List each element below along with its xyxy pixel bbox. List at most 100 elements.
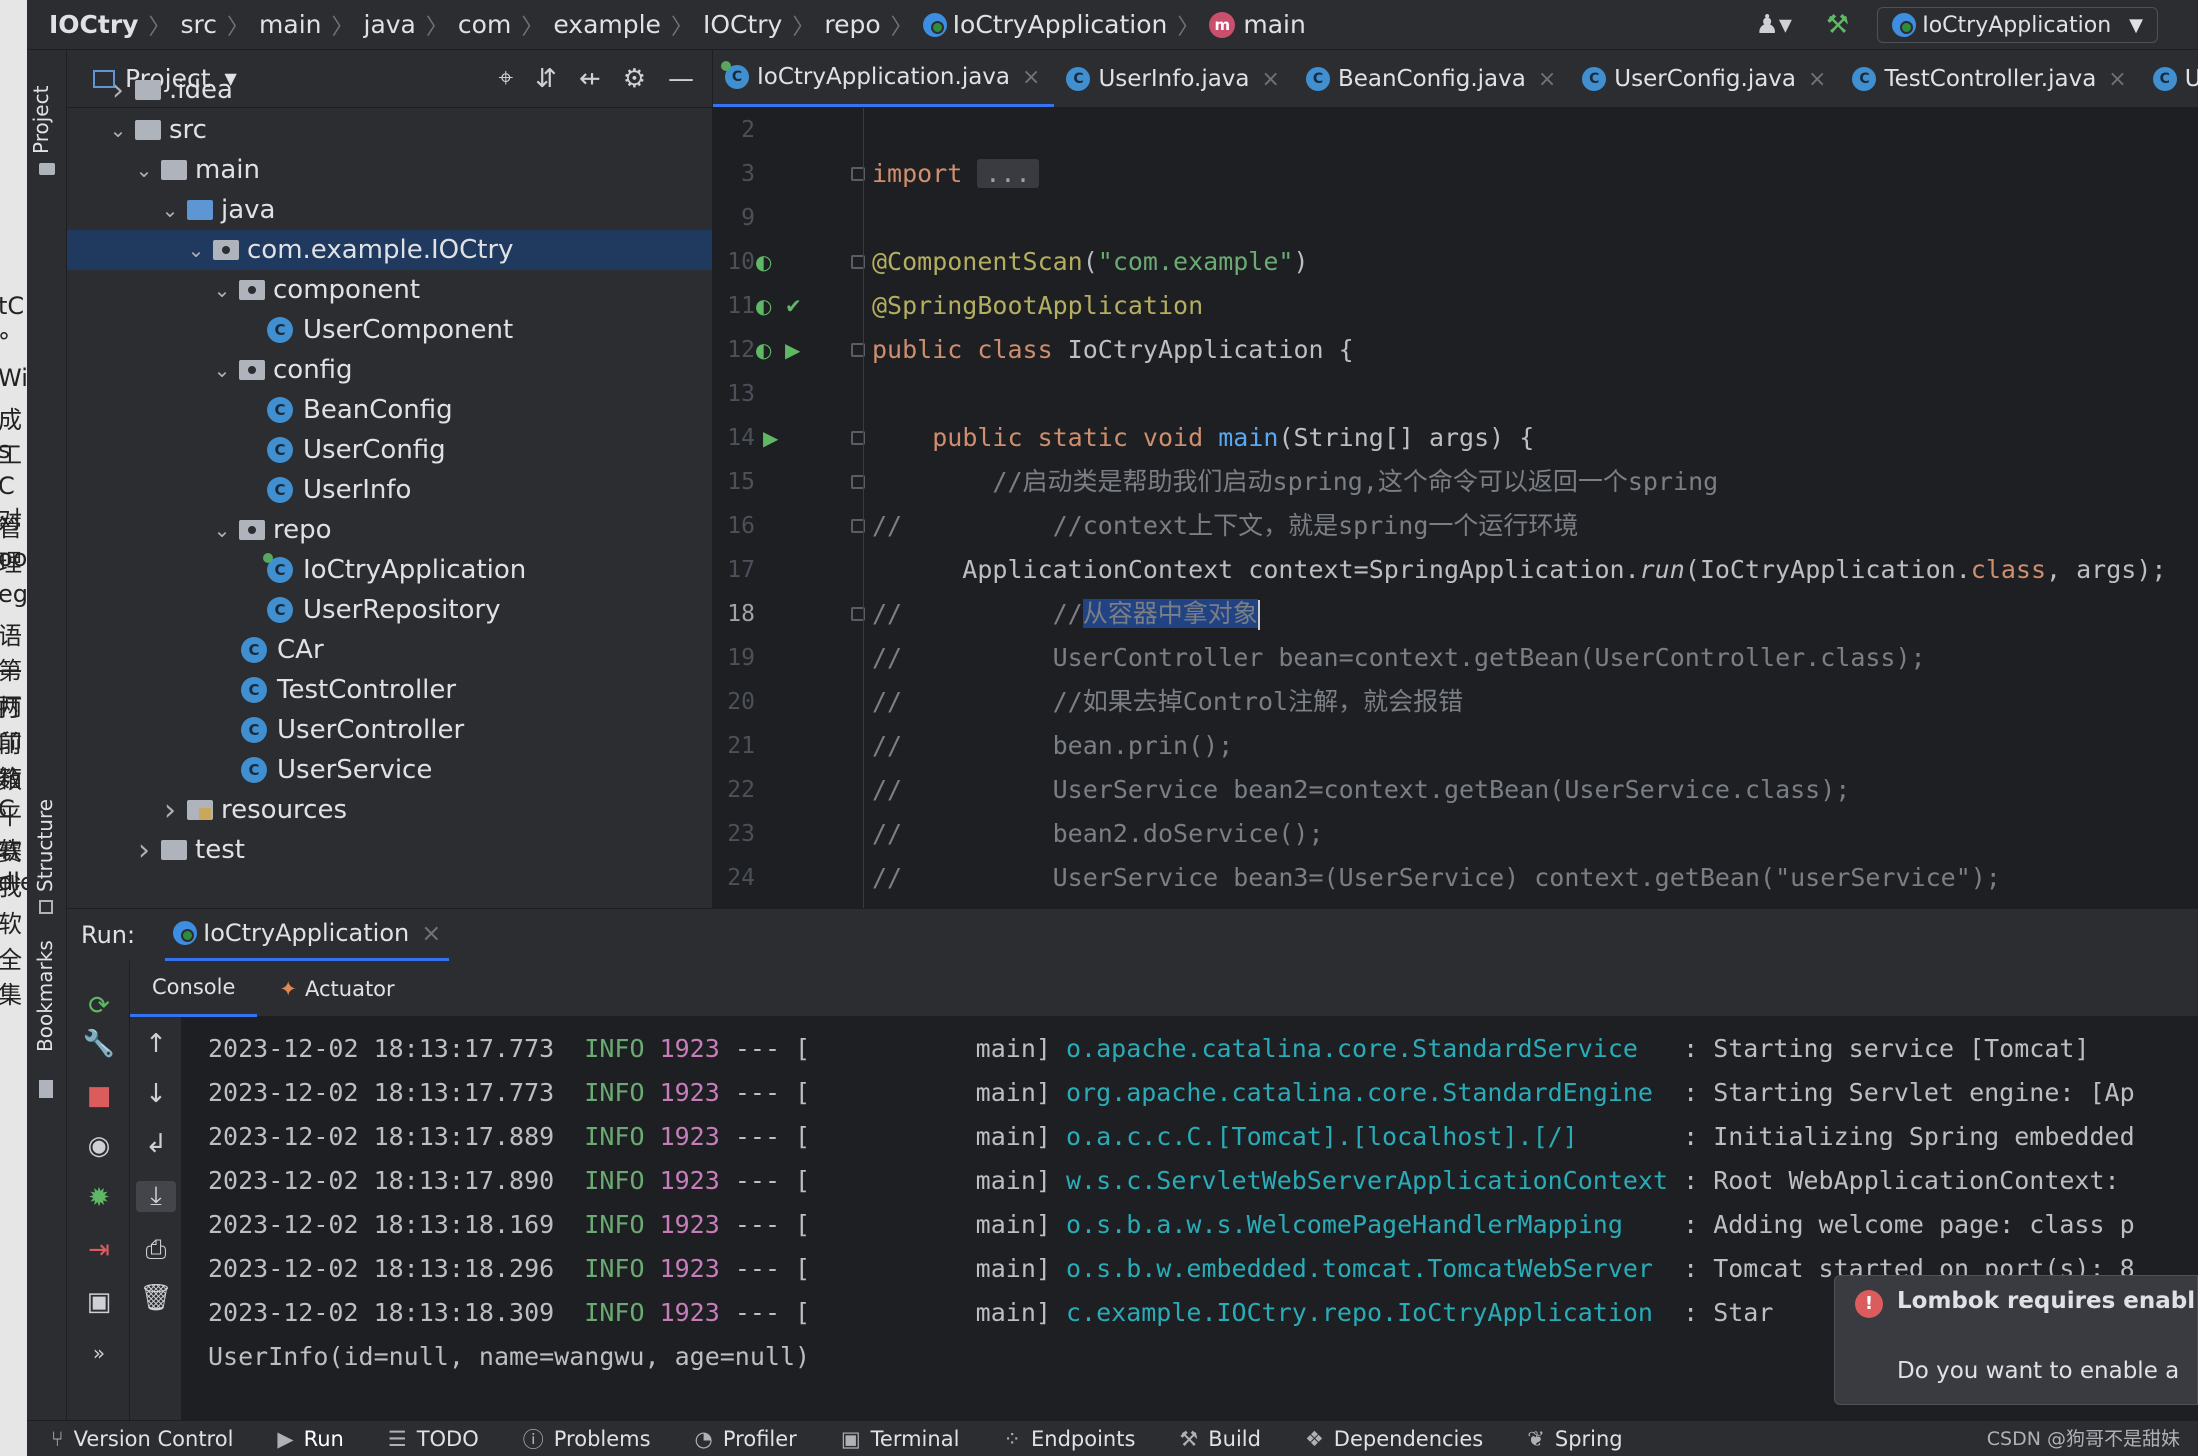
spring-bean-icon[interactable]: ◐ [755,328,772,372]
tool-todo[interactable]: ☰ TODO [388,1427,479,1451]
camera-icon[interactable]: ◉ [79,1131,119,1161]
tool-spring[interactable]: ❦ Spring [1527,1427,1622,1451]
arrow-down-icon[interactable]: ↓ [136,1079,176,1109]
tree-item-label: TestController [277,675,457,705]
breadcrumb-item[interactable]: main [1243,10,1305,39]
code-line: public class IoCtryApplication { [872,335,1354,364]
project-tool-button[interactable]: Project [29,86,53,154]
tab-ioctryapplication-java[interactable]: C IoCtryApplication.java × [713,50,1055,107]
layout-icon[interactable]: ▣ [79,1287,119,1317]
rerun-icon[interactable]: ⟳ [79,991,119,1021]
breadcrumb-item[interactable]: src [181,10,218,39]
list-icon: ☰ [387,1426,407,1451]
close-icon[interactable]: × [1262,67,1280,92]
tree-item-userconfig[interactable]: C UserConfig [67,430,712,470]
tab-testcontroller-java[interactable]: C TestController.java × [1840,50,2140,107]
run-gutter-icon[interactable]: ▶ [763,416,778,460]
scroll-to-end-icon[interactable]: ⤓ [136,1181,176,1212]
run-tab-label: IoCtryApplication [203,919,410,947]
tool-build[interactable]: ⚒ Build [1179,1427,1261,1451]
breadcrumb-item[interactable]: com [458,10,511,39]
tree-item-beanconfig[interactable]: C BeanConfig [67,390,712,430]
tab-userr[interactable]: C UserR [2141,50,2198,107]
tree-item--idea[interactable]: › .idea [67,70,712,110]
tree-item-ioctryapplication[interactable]: C IoCtryApplication [67,550,712,590]
chevron-down-icon[interactable]: ⌄ [157,198,183,222]
chevron-right-icon[interactable]: › [157,793,183,828]
exit-icon[interactable]: ⇥ [79,1235,119,1265]
lombok-notification[interactable]: ! Lombok requires enabl Do you want to e… [1834,1275,2198,1405]
tab-console[interactable]: Console [130,961,258,1017]
user-icon[interactable]: ♟▾ [1756,10,1792,40]
tool-endpoints[interactable]: ⁘ Endpoints [1003,1427,1135,1451]
close-icon[interactable]: × [1538,67,1556,92]
breadcrumb-item[interactable]: IOCtry [703,10,782,39]
tree-item-java[interactable]: ⌄ java [67,190,712,230]
print-icon[interactable]: ⎙ [136,1235,176,1266]
chevron-right-icon[interactable]: › [131,833,157,868]
code-editor[interactable]: 2 3 9 10 11 12 13 14 15 16 17 18 19 20 21 22 23 24 ◐ ◐ ✔ ◐ ▶ ▶ … [713,108,2198,908]
run-toolbar: ⟳ 🔧 ■ ◉ ✹ ⇥ ▣ » [67,961,130,1420]
chevron-right-icon[interactable]: › [105,73,131,108]
tool-version-control[interactable]: ⑂ Version Control [51,1427,233,1451]
breadcrumb-item[interactable]: IoCtryApplication [953,10,1168,39]
tab-beanconfig-java[interactable]: C BeanConfig.java × [1294,50,1570,107]
chevron-down-icon[interactable]: ⌄ [209,358,235,382]
soft-wrap-icon[interactable]: ↲ [136,1129,176,1159]
class-icon: C [267,317,293,343]
chevron-down-icon[interactable]: ⌄ [183,238,209,262]
tree-item-usercomponent[interactable]: C UserComponent [67,310,712,350]
tab-actuator[interactable]: ✦ Actuator [257,961,416,1017]
tree-item-main[interactable]: ⌄ main [67,150,712,190]
tool-dependencies[interactable]: ❖ Dependencies [1305,1427,1483,1451]
debug-icon[interactable]: ✹ [79,1183,119,1213]
breadcrumb-item[interactable]: example [553,10,661,39]
spring-bean-icon[interactable]: ◐ [755,240,772,284]
tree-item-usercontroller[interactable]: C UserController [67,710,712,750]
tree-item-src[interactable]: ⌄ src [67,110,712,150]
bookmarks-tool-button[interactable]: Bookmarks [33,940,57,1052]
chevron-down-icon[interactable]: ⌄ [209,278,235,302]
breadcrumb-item[interactable]: IOCtry [49,10,138,39]
chevron-down-icon[interactable]: ⌄ [131,158,157,182]
tree-item-userinfo[interactable]: C UserInfo [67,470,712,510]
tool-run[interactable]: ▶ Run [277,1427,343,1451]
tool-profiler[interactable]: ◔ Profiler [695,1427,797,1451]
bean-icon[interactable]: ✔ [785,284,802,328]
tree-item-resources[interactable]: › resources [67,790,712,830]
tree-item-com-example-ioctry[interactable]: ⌄ com.example.IOCtry [67,230,712,270]
stop-icon[interactable]: ■ [79,1081,119,1111]
close-icon[interactable]: × [1022,65,1040,90]
breadcrumb-item[interactable]: main [259,10,321,39]
tree-item-test[interactable]: › test [67,830,712,870]
wrench-icon[interactable]: 🔧 [79,1029,119,1059]
build-hammer-icon[interactable]: ⚒ [1826,10,1849,40]
tree-item-config[interactable]: ⌄ config [67,350,712,390]
trash-icon[interactable]: 🗑 [136,1283,176,1313]
tree-item-car[interactable]: C CAr [67,630,712,670]
tree-item-testcontroller[interactable]: C TestController [67,670,712,710]
tab-userinfo-java[interactable]: C UserInfo.java × [1054,50,1294,107]
tree-item-repo[interactable]: ⌄ repo [67,510,712,550]
run-tab[interactable]: IoCtryApplication × [165,909,450,962]
run-gutter-icon[interactable]: ▶ [785,328,800,372]
run-configuration-select[interactable]: IoCtryApplication ▼ [1877,7,2158,43]
more-icon[interactable]: » [79,1341,119,1365]
class-icon: C [267,437,293,463]
close-icon[interactable]: × [421,919,441,947]
tree-item-userrepository[interactable]: C UserRepository [67,590,712,630]
close-icon[interactable]: × [2108,67,2126,92]
spring-bean-icon[interactable]: ◐ [755,284,772,328]
breadcrumb-item[interactable]: java [364,10,416,39]
arrow-up-icon[interactable]: ↑ [136,1029,176,1059]
structure-tool-button[interactable]: Structure [33,799,57,892]
close-icon[interactable]: × [1808,67,1826,92]
chevron-down-icon[interactable]: ⌄ [105,118,131,142]
tool-terminal[interactable]: ▣ Terminal [841,1427,960,1451]
breadcrumb-item[interactable]: repo [824,10,880,39]
tree-item-component[interactable]: ⌄ component [67,270,712,310]
tree-item-userservice[interactable]: C UserService [67,750,712,790]
tab-userconfig-java[interactable]: C UserConfig.java × [1570,50,1840,107]
chevron-down-icon[interactable]: ⌄ [209,518,235,542]
tool-problems[interactable]: ⓘ Problems [523,1424,651,1454]
